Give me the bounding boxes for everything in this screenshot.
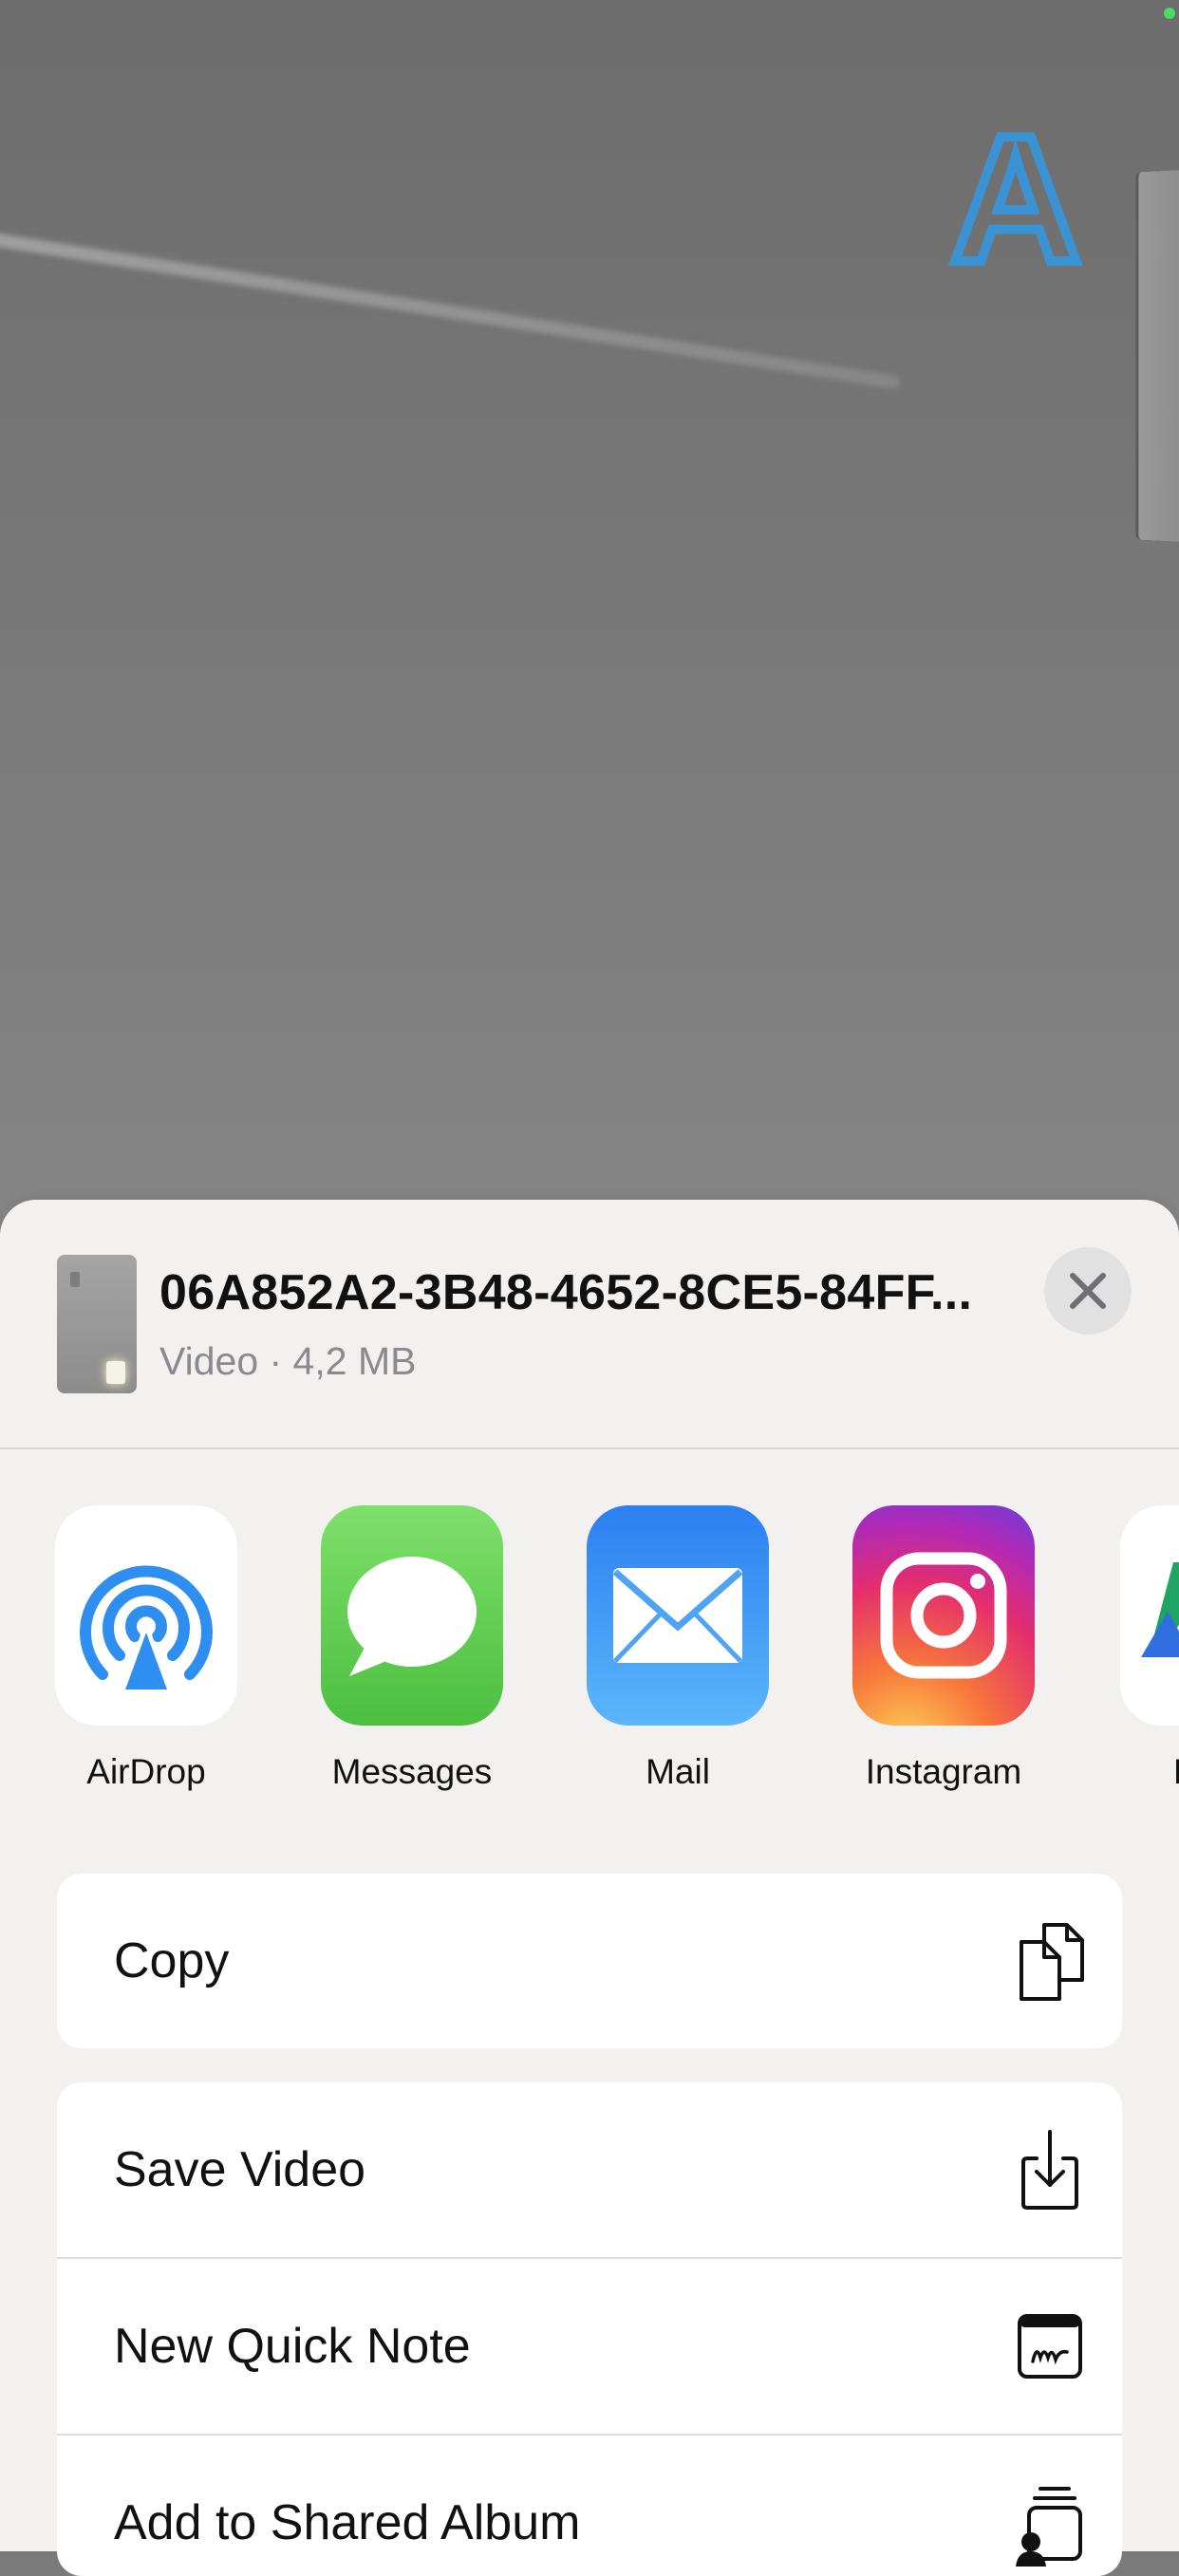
app-mail[interactable]: Mail <box>587 1505 852 1791</box>
video-thumbnail <box>57 1255 137 1393</box>
app-instagram[interactable]: Instagram <box>852 1505 1118 1791</box>
camera-indicator-dot <box>1164 8 1175 19</box>
app-label-airdrop: AirDrop <box>86 1752 206 1791</box>
file-title: 06A852A2-3B48-4652-8CE5-84FF... <box>159 1265 973 1320</box>
app-label-instagram: Instagram <box>865 1752 1022 1791</box>
instagram-icon <box>852 1505 1035 1726</box>
action-add-to-shared-album[interactable]: Add to Shared Album <box>57 2434 1122 2576</box>
file-meta: Video · 4,2 MB <box>159 1339 417 1383</box>
camera-preview: A <box>0 0 1179 1234</box>
action-label-new-quick-note: New Quick Note <box>114 2319 471 2374</box>
app-airdrop[interactable]: AirDrop <box>55 1505 321 1791</box>
action-save-video[interactable]: Save Video <box>57 2082 1122 2257</box>
messages-icon <box>321 1505 503 1726</box>
close-icon <box>1070 1273 1106 1309</box>
overlay-letter: A <box>945 99 1085 300</box>
drive-icon <box>1120 1505 1179 1726</box>
share-sheet-header: 06A852A2-3B48-4652-8CE5-84FF... Video · … <box>0 1200 1179 1448</box>
app-label-drive: D <box>1173 1748 1179 1790</box>
mail-icon <box>587 1505 769 1726</box>
close-button[interactable] <box>1044 1247 1132 1335</box>
shared-album-icon <box>1016 2487 1082 2567</box>
app-messages[interactable]: Messages <box>321 1505 587 1791</box>
wall-edge <box>1135 169 1179 543</box>
action-label-add-to-shared-album: Add to Shared Album <box>114 2495 581 2550</box>
save-icon <box>1021 2130 1078 2210</box>
airdrop-icon <box>55 1505 237 1726</box>
app-label-mail: Mail <box>646 1752 710 1791</box>
action-copy[interactable]: Copy <box>57 1874 1122 2048</box>
app-label-messages: Messages <box>331 1752 493 1791</box>
thumbnail-light <box>106 1361 125 1384</box>
light-streak <box>0 228 901 390</box>
header-divider <box>0 1447 1179 1449</box>
thumbnail-detail <box>70 1272 80 1287</box>
app-drive[interactable]: D <box>1120 1505 1179 1790</box>
actions-card: Save Video New Quick Note Add to Shared … <box>57 2082 1122 2576</box>
quick-note-icon <box>1018 2314 1082 2379</box>
copy-icon <box>1020 1923 1084 2001</box>
copy-card: Copy <box>57 1874 1122 2048</box>
action-label-copy: Copy <box>114 1933 230 1988</box>
action-new-quick-note[interactable]: New Quick Note <box>57 2257 1122 2434</box>
action-label-save-video: Save Video <box>114 2142 366 2197</box>
